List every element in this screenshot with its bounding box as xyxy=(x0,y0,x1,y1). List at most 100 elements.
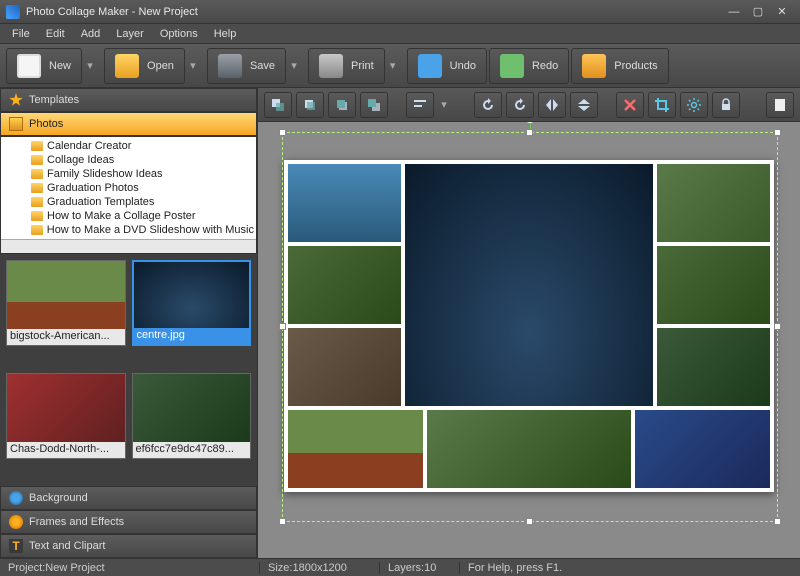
flip-h-button[interactable] xyxy=(538,92,566,118)
rotate-right-button[interactable] xyxy=(506,92,534,118)
status-size: Size:1800x1200 xyxy=(260,562,380,574)
products-icon xyxy=(582,54,606,78)
thumbnail-image xyxy=(7,261,125,329)
resize-handle[interactable] xyxy=(526,518,533,525)
send-back-button[interactable] xyxy=(360,92,388,118)
delete-button[interactable] xyxy=(616,92,644,118)
photo-icon xyxy=(9,117,23,131)
bring-forward-button[interactable] xyxy=(296,92,324,118)
resize-handle[interactable] xyxy=(774,323,781,330)
menu-help[interactable]: Help xyxy=(206,26,245,42)
folder-icon xyxy=(31,225,43,235)
new-icon xyxy=(17,54,41,78)
align-button[interactable] xyxy=(406,92,434,118)
crop-button[interactable] xyxy=(648,92,676,118)
maximize-button[interactable]: ▢ xyxy=(746,4,770,20)
settings-button[interactable] xyxy=(680,92,708,118)
resize-handle[interactable] xyxy=(526,129,533,136)
rotate-left-button[interactable] xyxy=(474,92,502,118)
folder-tree[interactable]: Calendar Creator Collage Ideas Family Sl… xyxy=(0,136,257,254)
print-dropdown[interactable]: ▾ xyxy=(387,48,399,84)
tree-item[interactable]: Family Slideshow Ideas xyxy=(31,167,254,181)
tree-item[interactable]: Collage Ideas xyxy=(31,153,254,167)
resize-handle[interactable] xyxy=(279,518,286,525)
menu-bar: File Edit Add Layer Options Help xyxy=(0,24,800,44)
effects-icon xyxy=(9,515,23,529)
undo-icon xyxy=(418,54,442,78)
resize-handle[interactable] xyxy=(279,323,286,330)
bring-front-button[interactable] xyxy=(264,92,292,118)
thumbnail-image xyxy=(134,262,250,328)
app-icon xyxy=(6,5,20,19)
products-button[interactable]: Products xyxy=(571,48,668,84)
open-button[interactable]: Open xyxy=(104,48,185,84)
minimize-button[interactable]: — xyxy=(722,4,746,20)
save-icon xyxy=(218,54,242,78)
canvas-viewport[interactable] xyxy=(258,122,800,558)
tree-item[interactable]: Calendar Creator xyxy=(31,139,254,153)
edit-toolbar: ▾ xyxy=(258,88,800,122)
globe-icon xyxy=(9,491,23,505)
tree-item[interactable]: How to Make a DVD Slideshow with Music xyxy=(31,223,254,237)
folder-icon xyxy=(31,155,43,165)
menu-options[interactable]: Options xyxy=(152,26,206,42)
selection-box[interactable] xyxy=(282,132,778,522)
folder-icon xyxy=(31,169,43,179)
rotate-handle[interactable] xyxy=(525,122,535,123)
folder-icon xyxy=(31,211,43,221)
menu-add[interactable]: Add xyxy=(73,26,109,42)
close-button[interactable]: ✕ xyxy=(770,4,794,20)
text-icon: T xyxy=(9,539,23,553)
redo-icon xyxy=(500,54,524,78)
redo-button[interactable]: Redo xyxy=(489,48,569,84)
thumbnail-image xyxy=(133,374,251,442)
undo-button[interactable]: Undo xyxy=(407,48,487,84)
accordion-frames[interactable]: Frames and Effects xyxy=(0,510,257,534)
print-icon xyxy=(319,54,343,78)
align-dropdown[interactable]: ▾ xyxy=(438,87,450,123)
accordion-text[interactable]: T Text and Clipart xyxy=(0,534,257,558)
folder-icon xyxy=(31,197,43,207)
accordion-photos[interactable]: Photos xyxy=(0,112,257,136)
tree-item[interactable]: Graduation Templates xyxy=(31,195,254,209)
menu-edit[interactable]: Edit xyxy=(38,26,73,42)
open-dropdown[interactable]: ▾ xyxy=(187,48,199,84)
accordion-templates[interactable]: Templates xyxy=(0,88,257,112)
new-dropdown[interactable]: ▾ xyxy=(84,48,96,84)
thumbnail[interactable]: centre.jpg xyxy=(132,260,252,346)
status-project: Project:New Project xyxy=(0,562,260,574)
flip-v-button[interactable] xyxy=(570,92,598,118)
left-panel: Templates Photos Calendar Creator Collag… xyxy=(0,88,258,558)
editor-area: ▾ xyxy=(258,88,800,558)
tree-item[interactable]: How to Make a Collage Poster xyxy=(31,209,254,223)
thumbnail[interactable]: Chas-Dodd-North-... xyxy=(6,373,126,459)
folder-icon xyxy=(31,183,43,193)
thumbnail[interactable]: ef6fcc7e9dc47c89... xyxy=(132,373,252,459)
tree-item[interactable]: Graduation Photos xyxy=(31,181,254,195)
status-layers: Layers:10 xyxy=(380,562,460,574)
accordion-background[interactable]: Background xyxy=(0,486,257,510)
resize-handle[interactable] xyxy=(774,518,781,525)
export-button[interactable] xyxy=(766,92,794,118)
save-button[interactable]: Save xyxy=(207,48,286,84)
new-button[interactable]: New xyxy=(6,48,82,84)
folder-icon xyxy=(31,141,43,151)
thumbnail-image xyxy=(7,374,125,442)
resize-handle[interactable] xyxy=(279,129,286,136)
lock-button[interactable] xyxy=(712,92,740,118)
thumbnail-grid: bigstock-American... centre.jpg Chas-Dod… xyxy=(0,254,257,486)
status-bar: Project:New Project Size:1800x1200 Layer… xyxy=(0,558,800,576)
status-help: For Help, press F1. xyxy=(460,562,800,574)
main-toolbar: New ▾ Open ▾ Save ▾ Print ▾ Undo Redo Pr… xyxy=(0,44,800,88)
send-backward-button[interactable] xyxy=(328,92,356,118)
tree-scrollbar[interactable] xyxy=(1,239,256,253)
star-icon xyxy=(9,93,23,107)
print-button[interactable]: Print xyxy=(308,48,385,84)
menu-file[interactable]: File xyxy=(4,26,38,42)
thumbnail[interactable]: bigstock-American... xyxy=(6,260,126,346)
resize-handle[interactable] xyxy=(774,129,781,136)
menu-layer[interactable]: Layer xyxy=(108,26,152,42)
open-icon xyxy=(115,54,139,78)
save-dropdown[interactable]: ▾ xyxy=(288,48,300,84)
window-title: Photo Collage Maker - New Project xyxy=(26,6,722,18)
